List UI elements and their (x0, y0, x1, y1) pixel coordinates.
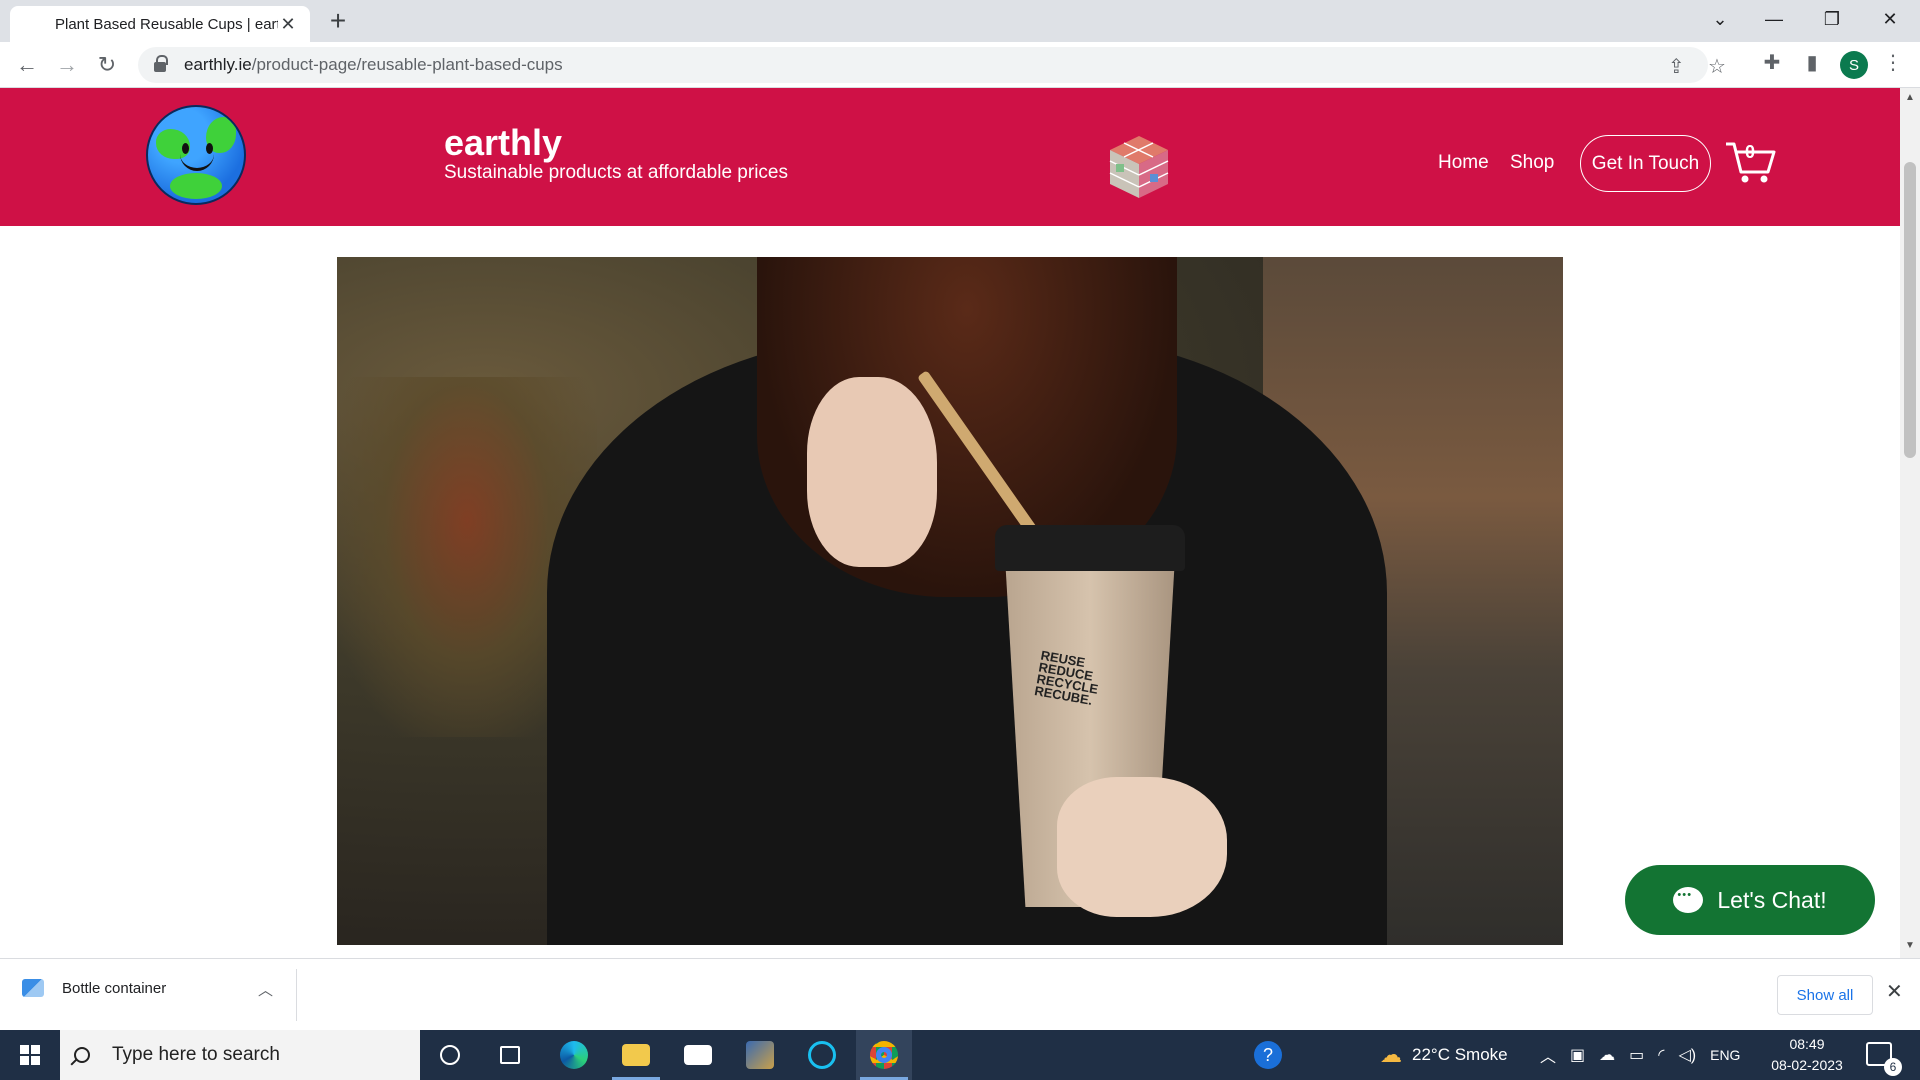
battery-icon[interactable]: ▭ (1629, 1045, 1644, 1065)
task-view-icon[interactable] (482, 1030, 538, 1080)
nav-home-link[interactable]: Home (1438, 152, 1489, 174)
site-tagline: Sustainable products at affordable price… (444, 162, 788, 183)
alexa-icon[interactable] (794, 1030, 850, 1080)
help-icon[interactable]: ? (1240, 1030, 1296, 1080)
browser-tab[interactable]: Plant Based Reusable Cups | earthly ✕ (10, 6, 310, 42)
page-scrollbar[interactable]: ▲ ▼ (1900, 88, 1920, 958)
product-hero-image: REUSE REDUCE RECYCLE RECUBE. (337, 257, 1563, 945)
lock-icon (154, 55, 168, 72)
chat-label: Let's Chat! (1717, 886, 1827, 913)
hero-cup-lid (995, 525, 1185, 571)
menu-icon[interactable]: ⋮ (1878, 50, 1908, 75)
download-filename: Bottle container (62, 979, 167, 997)
clock-time: 08:49 (1789, 1036, 1825, 1052)
restore-icon[interactable]: ❐ (1804, 0, 1860, 38)
url-text: earthly.ie/product-page/reusable-plant-b… (184, 55, 563, 75)
url-host: earthly.ie (184, 55, 252, 74)
edge-icon[interactable] (546, 1030, 602, 1080)
file-icon (22, 979, 44, 997)
cortana-icon[interactable] (422, 1030, 478, 1080)
page-viewport: earthly Sustainable products at affordab… (0, 88, 1900, 958)
minimize-icon[interactable]: — (1746, 0, 1802, 38)
close-shelf-icon[interactable]: ✕ (1886, 979, 1903, 1004)
taskbar-search[interactable]: Type here to search (60, 1030, 420, 1080)
search-icon (74, 1047, 90, 1063)
scroll-down-icon[interactable]: ▼ (1900, 940, 1920, 951)
download-shelf: Bottle container ︿ Show all ✕ (0, 958, 1920, 1030)
chevron-up-icon[interactable]: ︿ (258, 979, 273, 1000)
get-in-touch-button[interactable]: Get In Touch (1580, 135, 1711, 192)
clock[interactable]: 08:49 08-02-2023 (1762, 1034, 1852, 1076)
browser-toolbar: ← → ↻ earthly.ie/product-page/reusable-p… (0, 42, 1920, 88)
back-icon[interactable]: ← (10, 48, 44, 82)
language-indicator[interactable]: ENG (1710, 1047, 1740, 1063)
new-tab-icon[interactable]: + (322, 6, 354, 36)
onedrive-icon[interactable]: ☁ (1599, 1045, 1615, 1065)
notification-badge: 6 (1884, 1058, 1902, 1076)
system-tray: ︿ ▣ ☁ ▭ ◜ ◁) ENG (1540, 1030, 1740, 1080)
volume-icon[interactable]: ◁) (1678, 1045, 1696, 1065)
side-panel-icon[interactable]: ▮ (1797, 50, 1827, 75)
scroll-thumb[interactable] (1904, 162, 1916, 458)
lets-chat-button[interactable]: Let's Chat! (1625, 865, 1875, 935)
url-path: /product-page/reusable-plant-based-cups (251, 55, 563, 74)
download-item[interactable]: Bottle container (22, 979, 166, 997)
show-all-button[interactable]: Show all (1777, 975, 1873, 1015)
earth-logo-icon[interactable] (146, 105, 246, 205)
weather-widget[interactable]: ☁ 22°C Smoke (1380, 1030, 1508, 1080)
cart-count: 0 (1745, 142, 1756, 162)
windows-logo-icon (20, 1045, 40, 1065)
forward-icon[interactable]: → (50, 48, 84, 82)
file-explorer-icon[interactable] (608, 1030, 664, 1080)
close-window-icon[interactable]: ✕ (1862, 0, 1918, 38)
tab-close-icon[interactable]: ✕ (278, 14, 298, 35)
share-icon[interactable]: ⇪ (1668, 54, 1685, 79)
tab-title: Plant Based Reusable Cups | earthly (55, 15, 278, 33)
mail-icon[interactable] (670, 1030, 726, 1080)
nav-shop-link[interactable]: Shop (1510, 152, 1554, 174)
reload-icon[interactable]: ↻ (90, 48, 124, 82)
start-button[interactable] (0, 1030, 60, 1080)
shelf-divider (296, 969, 297, 1021)
address-bar[interactable]: earthly.ie/product-page/reusable-plant-b… (138, 47, 1726, 83)
chat-bubble-icon (1673, 887, 1704, 913)
logo-land (170, 173, 222, 199)
profile-avatar[interactable]: S (1840, 51, 1868, 79)
site-header: earthly Sustainable products at affordab… (0, 88, 1900, 226)
weather-text: 22°C Smoke (1412, 1045, 1508, 1064)
tab-search-icon[interactable]: ⌄ (1692, 0, 1748, 38)
meet-now-icon[interactable]: ▣ (1570, 1045, 1585, 1065)
logo-smile (180, 151, 214, 171)
tab-strip: Plant Based Reusable Cups | earthly ✕ + … (0, 0, 1920, 42)
extensions-icon[interactable]: ✚ (1757, 50, 1787, 75)
photos-app-icon[interactable] (732, 1030, 788, 1080)
weather-icon: ☁ (1380, 1042, 1402, 1067)
clock-date: 08-02-2023 (1771, 1057, 1843, 1073)
wifi-icon[interactable]: ◜ (1658, 1045, 1664, 1065)
rubiks-cube-icon (1109, 136, 1169, 198)
search-placeholder: Type here to search (112, 1044, 280, 1065)
site-brand[interactable]: earthly (444, 122, 562, 164)
show-hidden-icons-icon[interactable]: ︿ (1540, 1043, 1556, 1067)
chrome-icon[interactable] (856, 1030, 912, 1080)
hero-hand (807, 377, 937, 567)
hero-hand (1057, 777, 1227, 917)
scroll-up-icon[interactable]: ▲ (1900, 92, 1920, 103)
windows-taskbar: Type here to search ? ☁ 22°C Smoke ︿ ▣ ☁… (0, 1030, 1920, 1080)
bookmark-star-icon[interactable]: ☆ (1708, 54, 1726, 79)
